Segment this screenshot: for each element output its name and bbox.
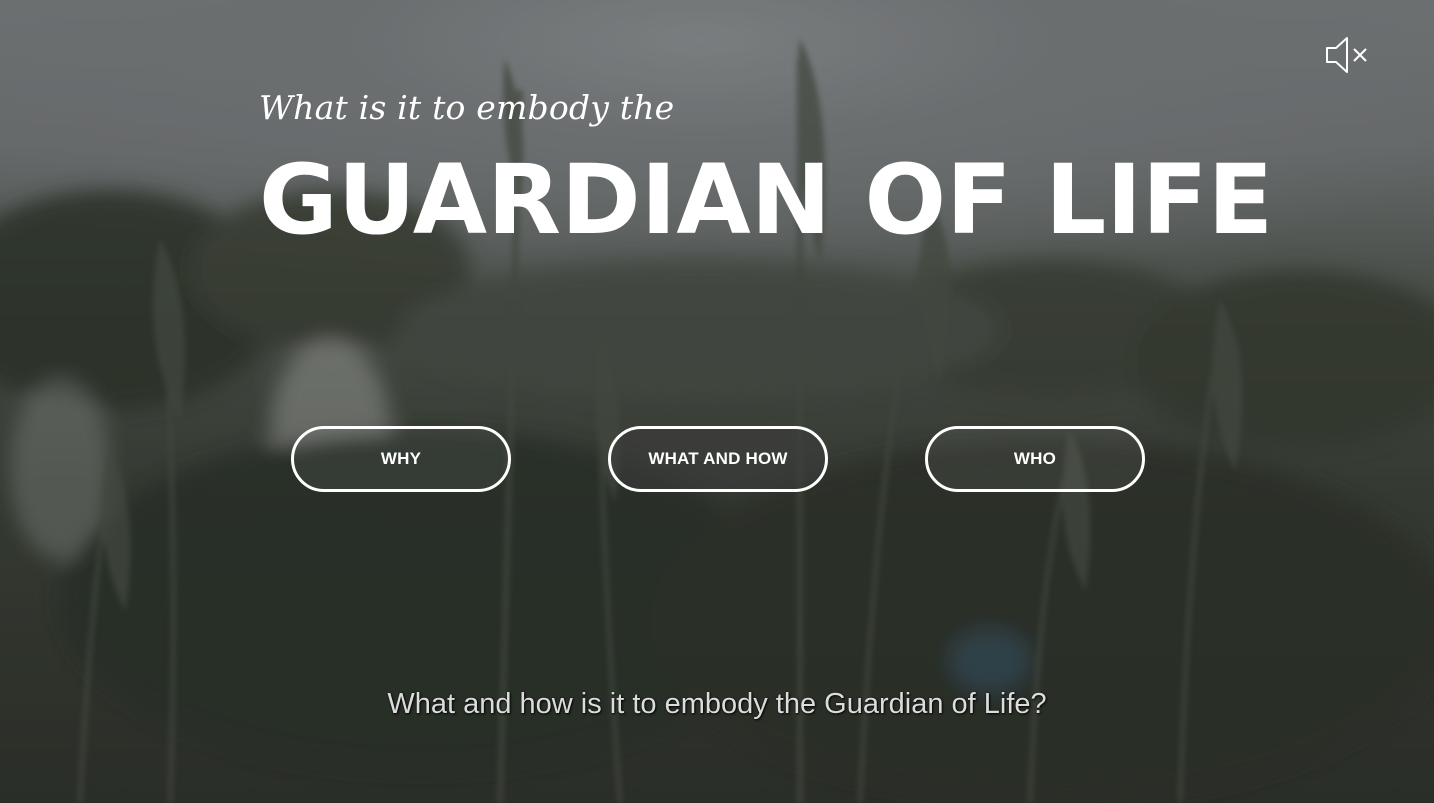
what-and-how-button-label: WHAT AND HOW bbox=[648, 449, 788, 468]
video-dim-overlay bbox=[0, 0, 1434, 803]
what-and-how-button[interactable]: WHAT AND HOW bbox=[608, 426, 828, 492]
hero-title: GUARDIAN OF LIFE bbox=[259, 144, 1274, 256]
video-background bbox=[0, 0, 1434, 803]
video-subtitle: What and how is it to embody the Guardia… bbox=[387, 688, 1047, 720]
mute-toggle-button[interactable] bbox=[1322, 34, 1372, 76]
who-button[interactable]: WHO bbox=[925, 426, 1145, 492]
why-button[interactable]: WHY bbox=[291, 426, 511, 492]
who-button-label: WHO bbox=[1013, 449, 1057, 468]
why-button-label: WHY bbox=[380, 449, 422, 468]
speaker-muted-icon bbox=[1326, 37, 1367, 73]
hero-kicker: What is it to embody the bbox=[259, 88, 675, 127]
